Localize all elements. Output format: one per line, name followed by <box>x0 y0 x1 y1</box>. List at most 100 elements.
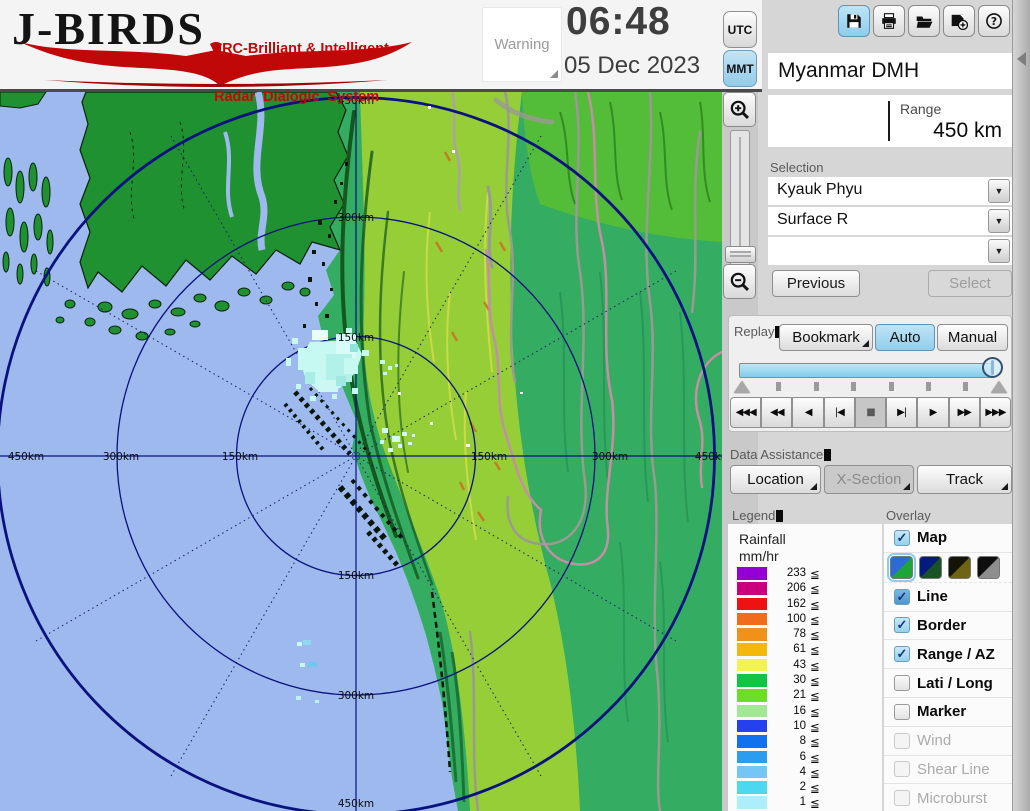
legend-value: 61 <box>766 643 806 655</box>
overlay-label: Microburst <box>917 790 987 807</box>
overlay-item-line[interactable]: ✓ Line <box>884 583 1012 612</box>
auto-mode-button[interactable]: Auto <box>875 324 935 351</box>
zoom-out-button[interactable] <box>723 264 756 299</box>
site-dropdown[interactable]: Kyauk Phyu ▼ <box>768 177 1012 205</box>
utc-label: UTC <box>728 23 753 37</box>
manual-mode-button[interactable]: Manual <box>937 324 1008 351</box>
overlay-label: Wind <box>917 732 951 749</box>
chevron-down-icon[interactable]: ▼ <box>988 179 1010 203</box>
checkbox-checked-icon[interactable]: ✓ <box>894 530 910 546</box>
checkbox-checked-icon[interactable]: ✓ <box>894 646 910 662</box>
checkbox-unchecked-icon[interactable] <box>894 704 910 720</box>
chevron-down-icon[interactable]: ▼ <box>988 209 1010 233</box>
add-image-button[interactable] <box>943 5 975 37</box>
toolbar: ? <box>838 5 1010 37</box>
zoom-in-button[interactable] <box>723 92 756 127</box>
radar-map-svg: 450km 300km 150km 150km 300km 450km 450k… <box>0 92 722 811</box>
timezone-mmt-button[interactable]: MMT <box>723 50 757 87</box>
legend-row: 100≦ <box>728 612 882 627</box>
replay-timeline-thumb[interactable] <box>982 357 1003 378</box>
map-style-swatch-dark[interactable] <box>919 556 942 579</box>
overlay-item-wind: Wind <box>884 727 1012 756</box>
overlay-item-marker[interactable]: Marker <box>884 698 1012 727</box>
previous-button[interactable]: Previous <box>772 270 860 297</box>
clock-time: 06:48 <box>566 0 718 44</box>
bookmark-button[interactable]: Bookmark <box>779 324 873 351</box>
overlay-item-range-az[interactable]: ✓ Range / AZ <box>884 640 1012 669</box>
location-button[interactable]: Location <box>730 465 821 494</box>
checkbox-checked-icon[interactable]: ✓ <box>894 589 910 605</box>
menu-corner-icon <box>1001 483 1008 490</box>
location-label: Location <box>747 471 804 488</box>
stop-button[interactable]: ■ <box>855 397 886 428</box>
open-folder-button[interactable] <box>908 5 940 37</box>
timezone-utc-button[interactable]: UTC <box>723 11 757 48</box>
select-button[interactable]: Select <box>928 270 1012 297</box>
rewind-fast-button[interactable]: ◀◀◀ <box>730 397 761 428</box>
xsection-label: X-Section <box>836 471 901 488</box>
svg-text:450km: 450km <box>695 451 722 463</box>
legend-row: 4≦ <box>728 765 882 780</box>
replay-timeline-track[interactable] <box>739 363 993 378</box>
legend-unit-line1: Rainfall <box>739 531 786 548</box>
map-style-swatch-color[interactable] <box>890 556 913 579</box>
play-reverse-button[interactable]: ◀ <box>792 397 823 428</box>
lte-symbol: ≦ <box>810 689 820 703</box>
overlay-item-map[interactable]: ✓ Map <box>884 524 1012 553</box>
lte-symbol: ≦ <box>810 628 820 642</box>
warning-button[interactable]: Warning <box>482 7 562 82</box>
overlay-item-border[interactable]: ✓ Border <box>884 612 1012 641</box>
range-display: Range 450 km <box>768 95 1012 147</box>
xsection-button[interactable]: X-Section <box>824 465 914 494</box>
legend-label-text: Legend <box>732 508 775 523</box>
timeline-tick <box>926 382 931 391</box>
legend-value: 233 <box>766 567 806 579</box>
step-forward-button[interactable]: ▶| <box>886 397 917 428</box>
map-style-swatch-olive[interactable] <box>948 556 971 579</box>
track-button[interactable]: Track <box>917 465 1012 494</box>
legend-value: 16 <box>766 705 806 717</box>
timeline-tick <box>851 382 856 391</box>
svg-text:300km: 300km <box>103 451 139 463</box>
checkbox-checked-icon[interactable]: ✓ <box>894 617 910 633</box>
legend-section-label: Legend <box>732 508 783 523</box>
save-button[interactable] <box>838 5 870 37</box>
overlay-label: Lati / Long <box>917 675 993 692</box>
legend-row: 30≦ <box>728 673 882 688</box>
overlay-item-shear-line: Shear Line <box>884 756 1012 785</box>
timeline-start-marker[interactable] <box>734 381 750 393</box>
overlay-label: Marker <box>917 703 966 720</box>
legend-color-swatch <box>737 751 767 764</box>
play-button[interactable]: ▶ <box>917 397 948 428</box>
timeline-end-marker[interactable] <box>991 381 1007 393</box>
previous-label: Previous <box>787 275 845 292</box>
product-dropdown-value: Surface R <box>777 211 848 229</box>
legend-row: 206≦ <box>728 581 882 596</box>
product-dropdown[interactable]: Surface R ▼ <box>768 207 1012 235</box>
legend-value: 206 <box>766 582 806 594</box>
track-label: Track <box>946 471 983 488</box>
checkbox-unchecked-icon[interactable] <box>894 675 910 691</box>
help-button[interactable]: ? <box>978 5 1010 37</box>
rainfall-legend: Rainfall mm/hr 233≦ 206≦ 162≦ 100≦ 78≦ 6… <box>728 524 882 811</box>
legend-row: 8≦ <box>728 734 882 749</box>
legend-color-swatch <box>737 674 767 687</box>
rewind-button[interactable]: ◀◀ <box>761 397 792 428</box>
chevron-down-icon[interactable]: ▼ <box>988 239 1010 263</box>
collapse-left-arrow-icon <box>1017 52 1026 66</box>
step-back-button[interactable]: |◀ <box>824 397 855 428</box>
overlay-item-lati-long[interactable]: Lati / Long <box>884 669 1012 698</box>
zoom-slider-thumb[interactable] <box>725 246 756 263</box>
data-assistance-label-text: Data Assistance <box>730 447 823 462</box>
map-style-swatch-gray[interactable] <box>977 556 1000 579</box>
legend-row: 43≦ <box>728 658 882 673</box>
forward-button[interactable]: ▶▶ <box>949 397 980 428</box>
print-button[interactable] <box>873 5 905 37</box>
site-dropdown-value: Kyauk Phyu <box>777 181 862 199</box>
forward-fast-button[interactable]: ▶▶▶ <box>980 397 1011 428</box>
radar-map-view[interactable]: 450km 300km 150km 150km 300km 450km 450k… <box>0 92 722 811</box>
timeline-tick <box>814 382 819 391</box>
panel-collapse-strip[interactable] <box>1012 0 1030 811</box>
option-dropdown[interactable]: ▼ <box>768 237 1012 265</box>
svg-text:450km: 450km <box>8 451 44 463</box>
